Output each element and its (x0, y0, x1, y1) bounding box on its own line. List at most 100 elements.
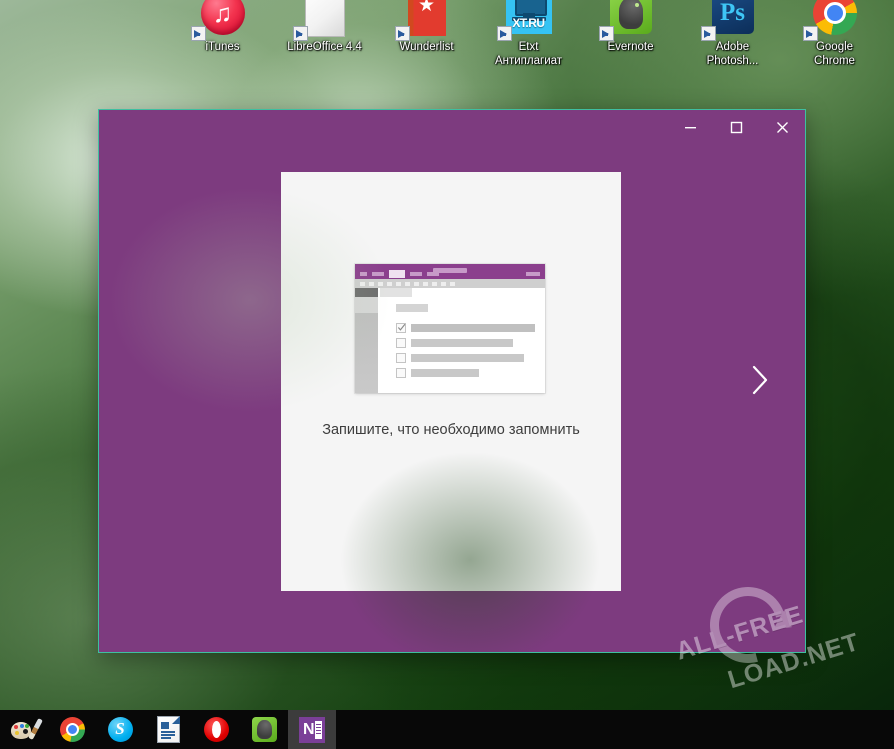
etxt-antiplagiat-icon: XT.RU (491, 0, 566, 39)
paint-dot (14, 725, 18, 729)
desktop-icon-label: Google Chrome (797, 40, 872, 68)
evernote-icon (252, 717, 277, 742)
illustration-text-bar (411, 339, 513, 347)
shortcut-overlay-icon (497, 26, 512, 41)
illustration-page-heading (396, 304, 428, 312)
libreoffice-icon (287, 0, 362, 39)
evernote-icon (593, 0, 668, 39)
taskbar-item-onenote[interactable]: N (288, 710, 336, 749)
taskbar-item-opera[interactable] (192, 710, 240, 749)
illustration-tool (423, 282, 428, 286)
writer-text-line (161, 734, 175, 736)
illustration-account-placeholder (526, 272, 540, 276)
illustration-tool (432, 282, 437, 286)
tour-caption: Запишите, что необходимо запомнить (281, 422, 621, 438)
illustration-tool (378, 282, 383, 286)
minimize-icon (684, 121, 697, 134)
illustration-section-tab-active (355, 288, 378, 297)
shortcut-overlay-icon (293, 26, 308, 41)
desktop-icon-evernote[interactable]: Evernote (593, 0, 668, 68)
shortcut-overlay-icon (191, 26, 206, 41)
maximize-button[interactable] (713, 112, 759, 142)
illustration-text-bar (411, 324, 535, 332)
wunderlist-icon (389, 0, 464, 39)
paint-icon (11, 718, 37, 742)
palette-thumb-hole (23, 729, 28, 734)
chrome-wheel-glyph (813, 0, 857, 35)
desktop-icon-label: iTunes (185, 40, 260, 54)
illustration-ribbon-tab (360, 272, 367, 276)
paint-dot (15, 731, 19, 735)
onenote-icon: N (299, 717, 325, 743)
onenote-page-line (316, 730, 321, 731)
desktop-icon-row: ♫ iTunes LibreOffice 4.4 Wunderlist (185, 0, 894, 68)
chevron-right-icon (751, 364, 770, 396)
desktop-icon-etxt-antiplagiat[interactable]: XT.RU Etxt Антиплагиат (491, 0, 566, 68)
taskbar-item-libreoffice-writer[interactable] (144, 710, 192, 749)
writer-text-line (161, 737, 171, 739)
window-titlebar[interactable] (99, 110, 805, 144)
desktop-icon-label: Adobe Photosh... (695, 40, 770, 68)
minimize-button[interactable] (667, 112, 713, 142)
checkbox-icon (396, 353, 406, 363)
itunes-icon: ♫ (185, 0, 260, 39)
document-page-glyph (305, 0, 345, 37)
libreoffice-writer-icon (157, 716, 180, 743)
itunes-note-glyph: ♫ (201, 0, 245, 35)
illustration-section-tab (380, 288, 412, 297)
shortcut-overlay-icon (803, 26, 818, 41)
etxt-icon-text: XT.RU (506, 16, 552, 30)
onenote-page-line (316, 733, 321, 734)
google-chrome-icon (60, 717, 85, 742)
evernote-elephant-glyph (610, 0, 652, 34)
desktop-icon-libreoffice[interactable]: LibreOffice 4.4 (287, 0, 362, 68)
taskbar-item-chrome[interactable] (48, 710, 96, 749)
illustration-text-bar (411, 369, 479, 377)
onenote-checklist-illustration (355, 264, 545, 393)
wunderlist-star-glyph (408, 0, 446, 36)
illustration-ribbon-tab-active (389, 270, 405, 278)
illustration-toolbar (355, 279, 545, 288)
taskbar-item-evernote[interactable] (240, 710, 288, 749)
illustration-tool (441, 282, 446, 286)
desktop-icon-label: Evernote (593, 40, 668, 54)
illustration-sidebar-header (355, 297, 378, 313)
taskbar: S N (0, 710, 894, 749)
illustration-tool (405, 282, 410, 286)
adobe-photoshop-icon: Ps (695, 0, 770, 39)
illustration-tool (414, 282, 419, 286)
taskbar-item-skype[interactable]: S (96, 710, 144, 749)
onenote-page-shape (315, 721, 322, 739)
illustration-tool (360, 282, 365, 286)
opera-icon (204, 717, 229, 742)
illustration-ribbon-tab (372, 272, 384, 276)
illustration-tool (369, 282, 374, 286)
checkmark-icon (397, 323, 406, 332)
desktop-icon-itunes[interactable]: ♫ iTunes (185, 0, 260, 68)
writer-image-block (161, 722, 169, 729)
illustration-tool (387, 282, 392, 286)
next-slide-button[interactable] (743, 360, 777, 400)
paint-dot (25, 724, 29, 728)
desktop-icon-label: LibreOffice 4.4 (287, 40, 362, 54)
paint-dot (20, 724, 24, 728)
desktop-icon-google-chrome[interactable]: Google Chrome (797, 0, 872, 68)
illustration-tool (396, 282, 401, 286)
skype-icon: S (108, 717, 133, 742)
desktop-background: ♫ iTunes LibreOffice 4.4 Wunderlist (0, 0, 894, 749)
onenote-page-line (316, 727, 321, 728)
illustration-ribbon-tab (410, 272, 422, 276)
illustration-ribbon (355, 264, 545, 279)
shortcut-overlay-icon (599, 26, 614, 41)
tour-card: Запишите, что необходимо запомнить (281, 172, 621, 591)
maximize-icon (730, 121, 743, 134)
desktop-icon-wunderlist[interactable]: Wunderlist (389, 0, 464, 68)
checkbox-icon (396, 338, 406, 348)
close-button[interactable] (759, 112, 805, 142)
writer-text-line (161, 731, 175, 733)
illustration-tool (450, 282, 455, 286)
taskbar-item-paint[interactable] (0, 710, 48, 749)
illustration-page-body (378, 297, 545, 393)
desktop-icon-adobe-photoshop[interactable]: Ps Adobe Photosh... (695, 0, 770, 68)
desktop-icon-label: Wunderlist (389, 40, 464, 54)
